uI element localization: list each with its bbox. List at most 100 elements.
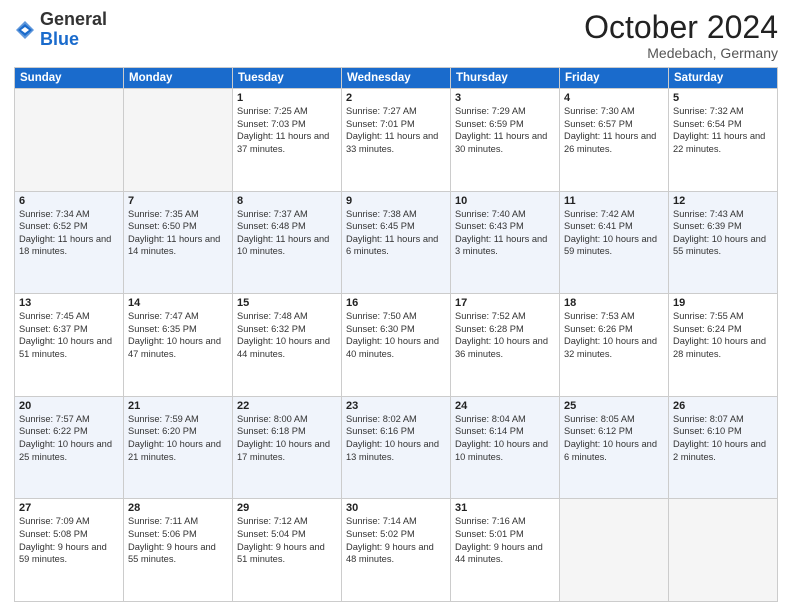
calendar-week-5: 27Sunrise: 7:09 AM Sunset: 5:08 PM Dayli… <box>15 499 778 602</box>
day-number: 9 <box>346 195 446 207</box>
day-info: Sunrise: 7:11 AM Sunset: 5:06 PM Dayligh… <box>128 515 228 565</box>
day-info: Sunrise: 7:38 AM Sunset: 6:45 PM Dayligh… <box>346 208 446 258</box>
logo-general: General <box>40 9 107 29</box>
calendar-cell <box>15 89 124 192</box>
day-number: 6 <box>19 195 119 207</box>
day-number: 18 <box>564 297 664 309</box>
day-info: Sunrise: 7:29 AM Sunset: 6:59 PM Dayligh… <box>455 105 555 155</box>
day-info: Sunrise: 7:09 AM Sunset: 5:08 PM Dayligh… <box>19 515 119 565</box>
calendar-cell: 18Sunrise: 7:53 AM Sunset: 6:26 PM Dayli… <box>560 294 669 397</box>
day-number: 29 <box>237 502 337 514</box>
calendar-cell: 25Sunrise: 8:05 AM Sunset: 6:12 PM Dayli… <box>560 396 669 499</box>
calendar-cell: 31Sunrise: 7:16 AM Sunset: 5:01 PM Dayli… <box>451 499 560 602</box>
day-number: 17 <box>455 297 555 309</box>
calendar-cell: 9Sunrise: 7:38 AM Sunset: 6:45 PM Daylig… <box>342 191 451 294</box>
calendar-cell: 13Sunrise: 7:45 AM Sunset: 6:37 PM Dayli… <box>15 294 124 397</box>
logo-blue: Blue <box>40 29 79 49</box>
calendar-cell: 15Sunrise: 7:48 AM Sunset: 6:32 PM Dayli… <box>233 294 342 397</box>
day-number: 5 <box>673 92 773 104</box>
day-number: 27 <box>19 502 119 514</box>
calendar-week-4: 20Sunrise: 7:57 AM Sunset: 6:22 PM Dayli… <box>15 396 778 499</box>
day-info: Sunrise: 7:57 AM Sunset: 6:22 PM Dayligh… <box>19 413 119 463</box>
col-sunday: Sunday <box>15 68 124 89</box>
calendar-cell: 11Sunrise: 7:42 AM Sunset: 6:41 PM Dayli… <box>560 191 669 294</box>
col-friday: Friday <box>560 68 669 89</box>
calendar-cell: 29Sunrise: 7:12 AM Sunset: 5:04 PM Dayli… <box>233 499 342 602</box>
calendar-cell: 5Sunrise: 7:32 AM Sunset: 6:54 PM Daylig… <box>669 89 778 192</box>
calendar-cell: 2Sunrise: 7:27 AM Sunset: 7:01 PM Daylig… <box>342 89 451 192</box>
day-number: 4 <box>564 92 664 104</box>
day-number: 2 <box>346 92 446 104</box>
calendar-cell: 22Sunrise: 8:00 AM Sunset: 6:18 PM Dayli… <box>233 396 342 499</box>
day-info: Sunrise: 7:12 AM Sunset: 5:04 PM Dayligh… <box>237 515 337 565</box>
day-info: Sunrise: 7:50 AM Sunset: 6:30 PM Dayligh… <box>346 310 446 360</box>
day-number: 3 <box>455 92 555 104</box>
logo-icon <box>14 19 36 41</box>
day-info: Sunrise: 7:53 AM Sunset: 6:26 PM Dayligh… <box>564 310 664 360</box>
day-info: Sunrise: 8:07 AM Sunset: 6:10 PM Dayligh… <box>673 413 773 463</box>
day-info: Sunrise: 7:16 AM Sunset: 5:01 PM Dayligh… <box>455 515 555 565</box>
calendar-cell: 1Sunrise: 7:25 AM Sunset: 7:03 PM Daylig… <box>233 89 342 192</box>
day-number: 26 <box>673 400 773 412</box>
day-info: Sunrise: 7:35 AM Sunset: 6:50 PM Dayligh… <box>128 208 228 258</box>
day-number: 20 <box>19 400 119 412</box>
logo-text: General Blue <box>40 10 107 50</box>
calendar-cell: 10Sunrise: 7:40 AM Sunset: 6:43 PM Dayli… <box>451 191 560 294</box>
calendar-cell: 26Sunrise: 8:07 AM Sunset: 6:10 PM Dayli… <box>669 396 778 499</box>
calendar-cell: 19Sunrise: 7:55 AM Sunset: 6:24 PM Dayli… <box>669 294 778 397</box>
calendar-cell: 30Sunrise: 7:14 AM Sunset: 5:02 PM Dayli… <box>342 499 451 602</box>
calendar-header-row: Sunday Monday Tuesday Wednesday Thursday… <box>15 68 778 89</box>
day-number: 22 <box>237 400 337 412</box>
calendar-cell: 8Sunrise: 7:37 AM Sunset: 6:48 PM Daylig… <box>233 191 342 294</box>
day-number: 31 <box>455 502 555 514</box>
day-number: 16 <box>346 297 446 309</box>
logo: General Blue <box>14 10 107 50</box>
page: General Blue October 2024 Medebach, Germ… <box>0 0 792 612</box>
day-info: Sunrise: 7:59 AM Sunset: 6:20 PM Dayligh… <box>128 413 228 463</box>
title-area: October 2024 Medebach, Germany <box>584 10 778 61</box>
day-info: Sunrise: 7:47 AM Sunset: 6:35 PM Dayligh… <box>128 310 228 360</box>
day-number: 14 <box>128 297 228 309</box>
day-info: Sunrise: 7:34 AM Sunset: 6:52 PM Dayligh… <box>19 208 119 258</box>
calendar-cell: 27Sunrise: 7:09 AM Sunset: 5:08 PM Dayli… <box>15 499 124 602</box>
location: Medebach, Germany <box>584 45 778 61</box>
calendar-cell: 16Sunrise: 7:50 AM Sunset: 6:30 PM Dayli… <box>342 294 451 397</box>
day-number: 12 <box>673 195 773 207</box>
calendar-cell: 7Sunrise: 7:35 AM Sunset: 6:50 PM Daylig… <box>124 191 233 294</box>
col-thursday: Thursday <box>451 68 560 89</box>
day-number: 7 <box>128 195 228 207</box>
day-info: Sunrise: 7:45 AM Sunset: 6:37 PM Dayligh… <box>19 310 119 360</box>
day-number: 24 <box>455 400 555 412</box>
day-info: Sunrise: 8:02 AM Sunset: 6:16 PM Dayligh… <box>346 413 446 463</box>
day-info: Sunrise: 7:37 AM Sunset: 6:48 PM Dayligh… <box>237 208 337 258</box>
calendar-cell: 17Sunrise: 7:52 AM Sunset: 6:28 PM Dayli… <box>451 294 560 397</box>
calendar-week-2: 6Sunrise: 7:34 AM Sunset: 6:52 PM Daylig… <box>15 191 778 294</box>
calendar-cell <box>669 499 778 602</box>
day-number: 1 <box>237 92 337 104</box>
day-number: 30 <box>346 502 446 514</box>
day-info: Sunrise: 8:04 AM Sunset: 6:14 PM Dayligh… <box>455 413 555 463</box>
col-monday: Monday <box>124 68 233 89</box>
day-number: 11 <box>564 195 664 207</box>
calendar-cell: 24Sunrise: 8:04 AM Sunset: 6:14 PM Dayli… <box>451 396 560 499</box>
day-number: 25 <box>564 400 664 412</box>
calendar-cell <box>560 499 669 602</box>
day-number: 19 <box>673 297 773 309</box>
day-info: Sunrise: 7:25 AM Sunset: 7:03 PM Dayligh… <box>237 105 337 155</box>
day-info: Sunrise: 7:42 AM Sunset: 6:41 PM Dayligh… <box>564 208 664 258</box>
col-tuesday: Tuesday <box>233 68 342 89</box>
calendar-cell: 20Sunrise: 7:57 AM Sunset: 6:22 PM Dayli… <box>15 396 124 499</box>
day-number: 13 <box>19 297 119 309</box>
day-info: Sunrise: 7:30 AM Sunset: 6:57 PM Dayligh… <box>564 105 664 155</box>
day-info: Sunrise: 7:52 AM Sunset: 6:28 PM Dayligh… <box>455 310 555 360</box>
day-info: Sunrise: 7:40 AM Sunset: 6:43 PM Dayligh… <box>455 208 555 258</box>
calendar-cell: 12Sunrise: 7:43 AM Sunset: 6:39 PM Dayli… <box>669 191 778 294</box>
calendar-cell: 3Sunrise: 7:29 AM Sunset: 6:59 PM Daylig… <box>451 89 560 192</box>
day-number: 8 <box>237 195 337 207</box>
day-number: 15 <box>237 297 337 309</box>
day-number: 21 <box>128 400 228 412</box>
day-info: Sunrise: 8:00 AM Sunset: 6:18 PM Dayligh… <box>237 413 337 463</box>
calendar-cell: 6Sunrise: 7:34 AM Sunset: 6:52 PM Daylig… <box>15 191 124 294</box>
calendar: Sunday Monday Tuesday Wednesday Thursday… <box>14 67 778 602</box>
day-info: Sunrise: 7:43 AM Sunset: 6:39 PM Dayligh… <box>673 208 773 258</box>
